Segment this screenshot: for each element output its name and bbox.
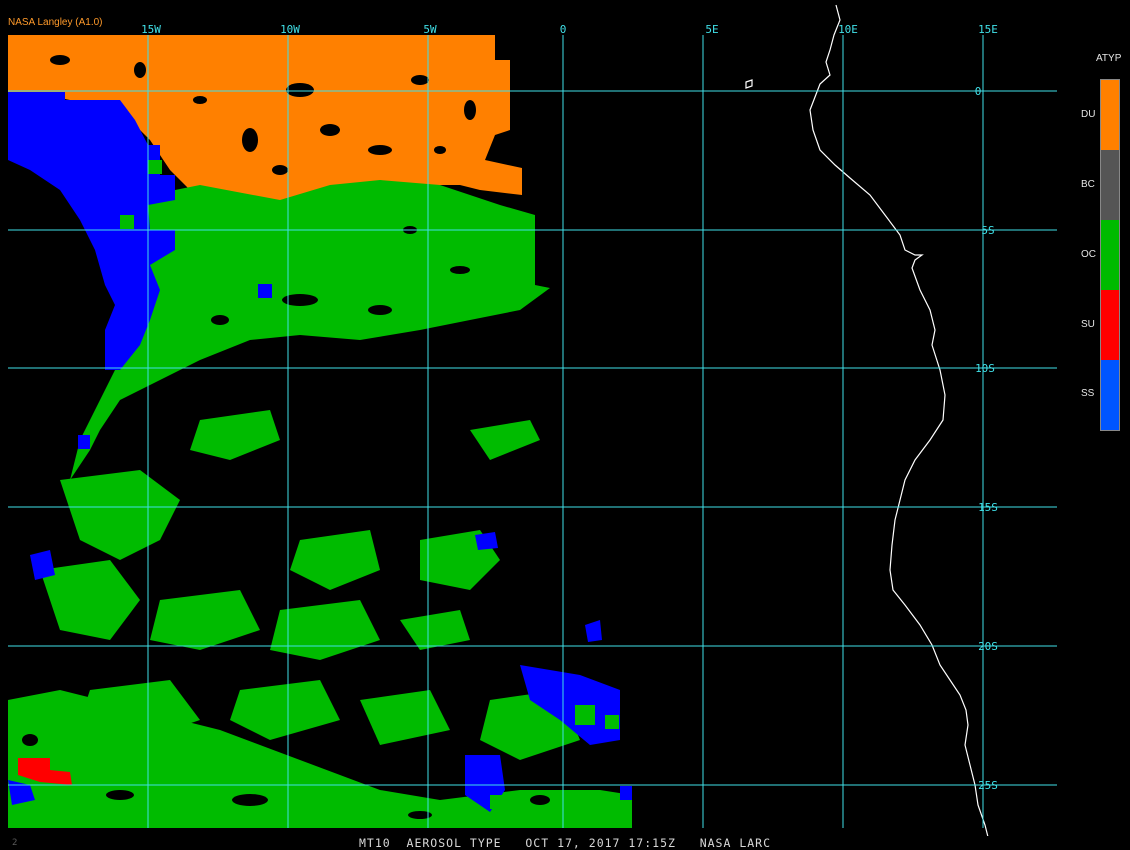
lat-label: 15S xyxy=(978,501,998,514)
legend-label-su: SU xyxy=(1081,319,1095,330)
lon-label: 0 xyxy=(560,23,567,36)
color-legend xyxy=(1100,79,1120,431)
aerosol-type-map: 15W 10W 5W 0 5E 10E 15E 0 5S 10S 15S 20S… xyxy=(0,0,1130,850)
legend-label-ss: SS xyxy=(1081,388,1095,399)
lon-label: 10W xyxy=(280,23,300,36)
lat-label: 5S xyxy=(981,224,994,237)
legend-swatch-bc xyxy=(1101,150,1119,220)
lon-label: 10E xyxy=(838,23,858,36)
lat-label: 0 xyxy=(975,85,982,98)
legend-title: ATYP xyxy=(1096,53,1122,64)
legend-label-du: DU xyxy=(1081,109,1096,120)
legend-swatch-ss xyxy=(1101,360,1119,430)
lon-label: 15W xyxy=(141,23,161,36)
credit-label: NASA Langley (A1.0) xyxy=(8,17,103,28)
lon-label: 5W xyxy=(423,23,437,36)
lat-label: 10S xyxy=(975,362,995,375)
legend-label-bc: BC xyxy=(1081,179,1095,190)
lon-label: 5E xyxy=(705,23,718,36)
lat-label: 25S xyxy=(978,779,998,792)
legend-swatch-du xyxy=(1101,80,1119,150)
legend-label-oc: OC xyxy=(1081,249,1096,260)
legend-swatch-su xyxy=(1101,290,1119,360)
product-title: MT10 AEROSOL TYPE OCT 17, 2017 17:15Z NA… xyxy=(358,836,772,850)
legend-swatch-oc xyxy=(1101,220,1119,290)
lon-label: 15E xyxy=(978,23,998,36)
lat-label: 20S xyxy=(978,640,998,653)
